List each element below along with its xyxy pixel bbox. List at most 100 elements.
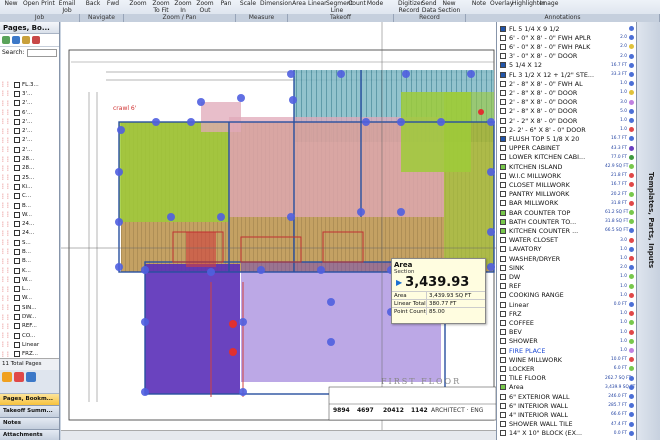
page-tree-item[interactable]: ⋮⋮ 28... <box>0 164 59 173</box>
page-icon[interactable] <box>12 36 20 44</box>
takeoff-item[interactable]: 2' - 8" X 8' - 0" DOOR 3.0 <box>497 98 636 107</box>
takeoff-item[interactable]: LOWER KITCHEN CABI... 77.0 FT <box>497 153 636 162</box>
page-tree-item[interactable]: ⋮⋮ DW... <box>0 312 59 321</box>
takeoff-item[interactable]: BATH COUNTER TO... 31.8 SQ FT <box>497 217 636 226</box>
takeoff-item[interactable]: W.I.C MILLWORK 21.8 FT <box>497 171 636 180</box>
page-tree-item[interactable]: ⋮⋮ 2'... <box>0 117 59 126</box>
ribbon-button-new[interactable]: New <box>2 0 20 14</box>
takeoff-item[interactable]: BAR COUNTER TOP 61.2 SQ FT <box>497 208 636 217</box>
page-tree-item[interactable]: ⋮⋮ 2'... <box>0 136 59 145</box>
takeoff-item[interactable]: 4" INTERIOR WALL 66.6 FT <box>497 410 636 419</box>
templates-tab[interactable]: Templates, Parts, Inputs <box>636 22 660 440</box>
page-tree-item[interactable]: ⋮⋮ W... <box>0 294 59 303</box>
takeoff-item[interactable]: WASHER/DRYER 1.0 <box>497 254 636 263</box>
page-tree-item[interactable]: ⋮⋮ B... <box>0 257 59 266</box>
takeoff-item[interactable]: KITCHEN COUNTER ... 66.5 SQ FT <box>497 226 636 235</box>
takeoff-item[interactable]: FL 5 1/4 X 9 1/2 <box>497 24 636 33</box>
ribbon-button-digitizer-record[interactable]: Digitizer Record <box>398 0 423 14</box>
takeoff-item[interactable]: 6' - 0" X 8' - 0" FWH PALK 2.0 <box>497 42 636 51</box>
takeoff-item[interactable]: 2' - 2" X 8' - 0" DOOR 1.0 <box>497 116 636 125</box>
takeoff-item[interactable]: SHOWER 1.0 <box>497 337 636 346</box>
takeoff-item[interactable]: 2' - 8" X 8' - 0" DOOR 5.0 <box>497 107 636 116</box>
ribbon-button-zoom-to-fit[interactable]: Zoom To Fit <box>150 0 172 14</box>
page-tree-item[interactable]: ⋮⋮ Ki... <box>0 182 59 191</box>
ribbon-button-linear[interactable]: Linear <box>308 0 327 14</box>
delete-icon[interactable] <box>14 372 24 382</box>
ribbon-button-zoom-out[interactable]: Zoom Out <box>194 0 216 14</box>
takeoff-item[interactable]: FLUSH TOP 5 1/8 X 20 16.7 FT <box>497 134 636 143</box>
ribbon-button-new-section[interactable]: New Section <box>438 0 460 14</box>
ribbon-button-note[interactable]: Note <box>470 0 488 14</box>
takeoff-item[interactable]: REF 1.0 <box>497 282 636 291</box>
panel-nav-notes[interactable]: Notes <box>0 418 59 430</box>
panel-nav-pages-bookm[interactable]: Pages, Bookm... <box>0 394 59 406</box>
takeoff-item[interactable]: LAVATORY 1.0 <box>497 245 636 254</box>
page-tree-item[interactable]: ⋮⋮ L... <box>0 285 59 294</box>
takeoff-item[interactable]: 14" X 10" BLOCK (EX... 0.0 FT <box>497 429 636 438</box>
ribbon-button-email-job[interactable]: Email Job <box>56 0 78 14</box>
page-tree-item[interactable]: ⋮⋮ 24... <box>0 229 59 238</box>
page-tree-item[interactable]: ⋮⋮ 28... <box>0 154 59 163</box>
bookmark-icon[interactable] <box>2 372 12 382</box>
takeoff-item[interactable]: KITCHEN ISLAND 42.9 SQ FT <box>497 162 636 171</box>
ribbon-button-back[interactable]: Back <box>84 0 102 14</box>
takeoff-item[interactable]: 2- 2' - 6" X 8' - 0" DOOR 1.0 <box>497 125 636 134</box>
takeoff-item[interactable]: PANTRY MILLWORK 20.2 FT <box>497 190 636 199</box>
page-tree-item[interactable]: ⋮⋮ FL.3... <box>0 80 59 89</box>
ribbon-button-image[interactable]: Image <box>538 0 560 14</box>
page-tree-item[interactable]: ⋮⋮ B... <box>0 247 59 256</box>
folder-icon[interactable] <box>22 36 30 44</box>
takeoff-item[interactable]: TILE FLOOR 262.7 SQ FT <box>497 374 636 383</box>
takeoff-item[interactable]: DW 1.0 <box>497 272 636 281</box>
takeoff-item[interactable]: 5 1/4 X 12 16.7 FT <box>497 61 636 70</box>
page-tree-item[interactable]: ⋮⋮ K... <box>0 266 59 275</box>
ribbon-button-overlay[interactable]: Overlay <box>490 0 513 14</box>
takeoff-item[interactable]: CLOSET MILLWORK 16.7 FT <box>497 180 636 189</box>
ribbon-button-send-data[interactable]: Send Data <box>418 0 440 14</box>
ribbon-button-mode[interactable]: Mode <box>366 0 384 14</box>
ribbon-button-scale[interactable]: Scale <box>238 0 258 14</box>
takeoff-item[interactable]: UPPER CABINET 43.3 FT <box>497 144 636 153</box>
takeoff-item[interactable]: 3' - 0" X 8' - 0" DOOR 2.0 <box>497 52 636 61</box>
page-tree-item[interactable]: ⋮⋮ S... <box>0 238 59 247</box>
settings-icon[interactable] <box>26 372 36 382</box>
takeoff-item[interactable]: LOCKER 6.0 FT <box>497 364 636 373</box>
page-tree-item[interactable]: ⋮⋮ REF... <box>0 322 59 331</box>
ribbon-button-pan[interactable]: Pan <box>216 0 236 14</box>
ribbon-button-zoom[interactable]: Zoom <box>128 0 148 14</box>
drawing-canvas[interactable]: crawl 6' FIRST FLOOR 9894 4697 20412 114… <box>61 22 496 440</box>
page-tree-item[interactable]: ⋮⋮ 24... <box>0 219 59 228</box>
page-tree-item[interactable]: ⋮⋮ W... <box>0 210 59 219</box>
ribbon-button-zoom-in[interactable]: Zoom In <box>172 0 194 14</box>
page-tree-item[interactable]: ⋮⋮ SIN... <box>0 303 59 312</box>
takeoff-item[interactable]: 2' - 8" X 8' - 0" DOOR 1.0 <box>497 88 636 97</box>
ribbon-button-dimension[interactable]: Dimension <box>260 0 292 14</box>
page-tree-item[interactable]: ⋮⋮ Linear <box>0 340 59 349</box>
page-tree-item[interactable]: ⋮⋮ W... <box>0 275 59 284</box>
takeoff-item[interactable]: SHOWER WALL TILE 47.4 FT <box>497 420 636 429</box>
ribbon-button-fwd[interactable]: Fwd <box>104 0 122 14</box>
ribbon-button-open[interactable]: Open <box>22 0 40 14</box>
search-input[interactable] <box>26 48 57 57</box>
takeoff-item[interactable]: 6" EXTERIOR WALL 246.0 FT <box>497 392 636 401</box>
panel-nav-attachments[interactable]: Attachments <box>0 430 59 440</box>
takeoff-item[interactable]: COOKING RANGE 1.0 <box>497 291 636 300</box>
takeoff-item[interactable]: BAR MILLWORK 31.8 FT <box>497 199 636 208</box>
page-tree-item[interactable]: ⋮⋮ C... <box>0 192 59 201</box>
page-tree-item[interactable]: ⋮⋮ 6'... <box>0 108 59 117</box>
panel-nav-takeoff-summ[interactable]: Takeoff Summ... <box>0 406 59 418</box>
takeoff-item[interactable]: 2' - 8" X 8' - 0" FWH AL 1.0 <box>497 79 636 88</box>
ribbon-button-area[interactable]: Area <box>290 0 308 14</box>
takeoff-item[interactable]: WINE MILLWORK 10.0 FT <box>497 355 636 364</box>
takeoff-item[interactable]: Area 3,439.9 SQ FT <box>497 383 636 392</box>
page-tree-item[interactable]: ⋮⋮ B... <box>0 201 59 210</box>
takeoff-item[interactable]: Linear 0.0 FT <box>497 300 636 309</box>
page-tree-item[interactable]: ⋮⋮ 2'... <box>0 145 59 154</box>
takeoff-item[interactable]: FIRE PLACE 1.0 <box>497 346 636 355</box>
horizontal-scrollbar[interactable] <box>61 430 496 440</box>
page-tree-item[interactable]: ⋮⋮ 2'... <box>0 126 59 135</box>
delete-icon[interactable] <box>32 36 40 44</box>
refresh-icon[interactable] <box>2 36 10 44</box>
takeoff-item[interactable]: WATER CLOSET 3.0 <box>497 236 636 245</box>
takeoff-item[interactable]: 6' - 0" X 8' - 0" FWH APLR 2.0 <box>497 33 636 42</box>
